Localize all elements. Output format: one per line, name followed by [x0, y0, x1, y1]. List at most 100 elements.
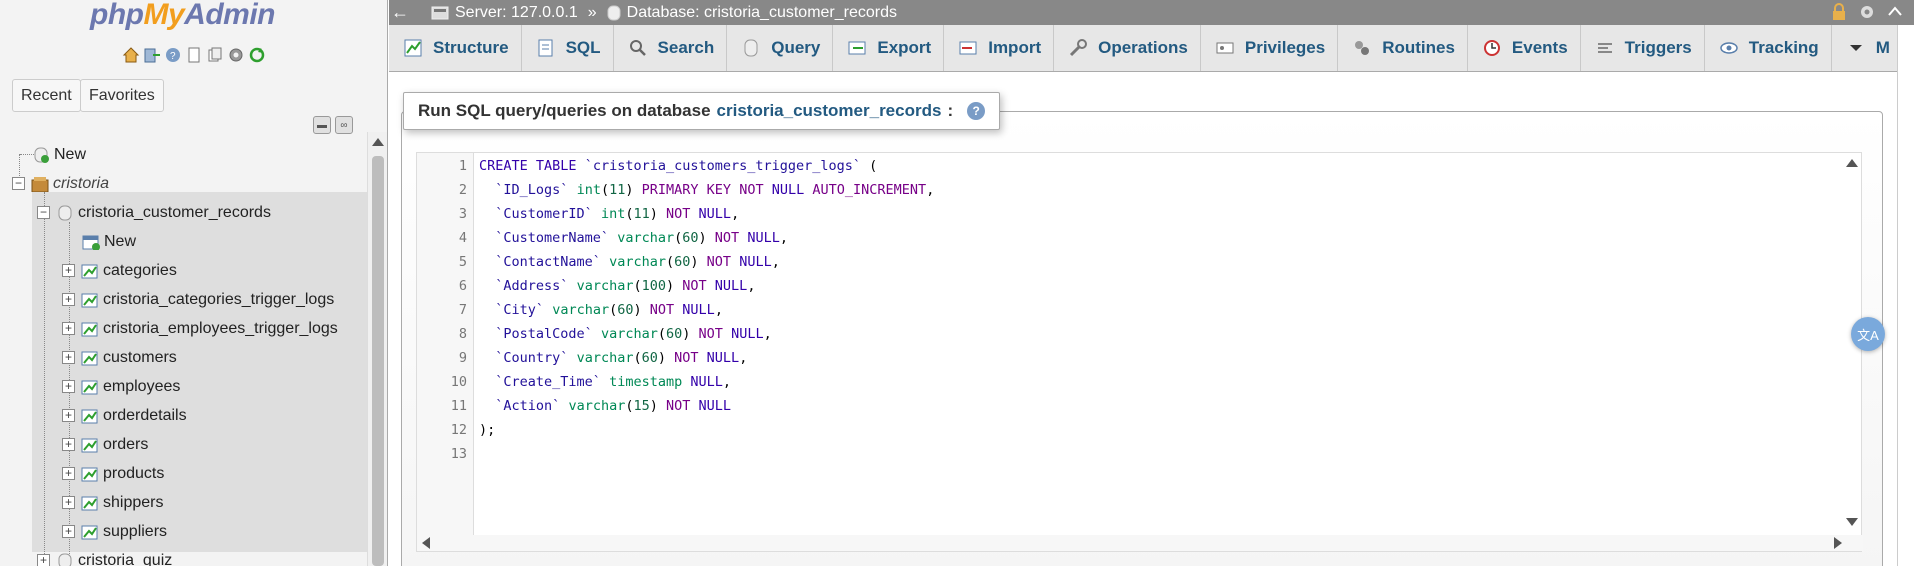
tree-item-new-table[interactable]: New — [82, 227, 136, 256]
tab-sql[interactable]: SQL — [522, 25, 614, 71]
line-number: 11 — [450, 398, 467, 414]
expand-toggle[interactable]: + — [62, 438, 75, 451]
tab-tracking[interactable]: Tracking — [1705, 25, 1832, 71]
tab-operations[interactable]: Operations — [1054, 25, 1201, 71]
tree-item-server-group[interactable]: − cristoria — [12, 169, 109, 198]
new-db-icon — [34, 147, 49, 163]
settings-icon[interactable] — [1858, 3, 1876, 21]
tree-item-table[interactable]: + categories — [62, 256, 177, 285]
tab-query[interactable]: Query — [727, 25, 834, 71]
table-icon — [81, 467, 98, 481]
tab-import[interactable]: Import — [944, 25, 1055, 71]
tab-search[interactable]: Search — [614, 25, 728, 71]
topbar-icons — [1830, 3, 1904, 21]
tab-privileges[interactable]: Privileges — [1201, 25, 1339, 71]
table-icon — [81, 322, 98, 336]
collapse-toggle[interactable]: − — [37, 206, 50, 219]
tab-events[interactable]: Events — [1468, 25, 1581, 71]
scroll-right-icon[interactable] — [1834, 537, 1842, 549]
expand-toggle[interactable]: + — [62, 496, 75, 509]
lock-icon[interactable] — [1830, 3, 1848, 21]
scroll-up-icon[interactable] — [372, 138, 384, 146]
code-line: `PostalCode` varchar(60) NOT NULL, — [495, 326, 772, 342]
tree-item-new[interactable]: New — [32, 140, 86, 169]
line-number: 2 — [458, 182, 467, 198]
legend-database-link[interactable]: cristoria_customer_records — [717, 101, 942, 121]
tab-export[interactable]: Export — [833, 25, 945, 71]
expand-toggle[interactable]: + — [62, 467, 75, 480]
code-line: `ContactName` varchar(60) NOT NULL, — [495, 254, 780, 270]
tree-item-table[interactable]: + cristoria_categories_trigger_logs — [62, 285, 334, 314]
table-icon — [81, 293, 98, 307]
code-line: `Address` varchar(100) NOT NULL, — [495, 278, 756, 294]
main-tabs: Structure SQL Search Query Export Import… — [389, 25, 1897, 72]
home-icon[interactable] — [122, 46, 140, 64]
tab-more[interactable]: M — [1832, 25, 1902, 71]
tree-item-table[interactable]: + employees — [62, 372, 180, 401]
settings-icon[interactable] — [227, 46, 245, 64]
sql-query-legend: Run SQL query/queries on database cristo… — [403, 92, 1001, 130]
breadcrumb-database[interactable]: Database: cristoria_customer_records — [607, 4, 897, 22]
favorites-button[interactable]: Favorites — [80, 79, 164, 112]
tree-item-database[interactable]: + cristoria_quiz — [37, 546, 172, 566]
back-arrow-icon[interactable]: ← — [389, 2, 411, 23]
export-icon — [848, 41, 866, 55]
tree-item-table[interactable]: + products — [62, 459, 164, 488]
collapse-icon[interactable] — [1886, 3, 1904, 21]
scroll-left-icon[interactable] — [422, 537, 430, 549]
expand-toggle[interactable]: + — [62, 409, 75, 422]
table-icon — [81, 496, 98, 510]
tab-triggers[interactable]: Triggers — [1581, 25, 1705, 71]
page-scrollbar[interactable] — [1897, 25, 1914, 566]
expand-toggle[interactable]: + — [62, 322, 75, 335]
collapse-all-icon[interactable]: ▬ — [313, 116, 331, 134]
expand-toggle[interactable]: + — [62, 264, 75, 277]
help-icon[interactable]: ? — [164, 46, 182, 64]
docs-icon[interactable] — [185, 46, 203, 64]
tree-item-table[interactable]: + suppliers — [62, 517, 167, 546]
logout-icon[interactable] — [143, 46, 161, 64]
scroll-up-icon[interactable] — [1846, 159, 1858, 167]
tree-item-table[interactable]: + orders — [62, 430, 148, 459]
main-content: Run SQL query/queries on database cristo… — [389, 73, 1897, 566]
tab-structure[interactable]: Structure — [389, 25, 522, 71]
help-icon[interactable]: ? — [967, 102, 986, 120]
line-number-gutter: 1 2 3 4 5 6 7 8 9 10 11 12 13 — [417, 153, 474, 538]
line-number: 3 — [458, 206, 467, 222]
expand-toggle[interactable]: + — [37, 554, 50, 566]
recent-button[interactable]: Recent — [12, 79, 81, 112]
code-line: ); — [479, 422, 496, 438]
copy-icon[interactable] — [206, 46, 224, 64]
scroll-thumb[interactable] — [372, 156, 384, 566]
link-with-main-icon[interactable]: ∞ — [335, 116, 353, 134]
tree-item-table[interactable]: + orderdetails — [62, 401, 187, 430]
editor-horizontal-scrollbar[interactable] — [417, 535, 1863, 551]
tab-routines[interactable]: Routines — [1338, 25, 1468, 71]
expand-toggle[interactable]: + — [62, 380, 75, 393]
privileges-icon — [1216, 42, 1234, 54]
tree-item-table[interactable]: + customers — [62, 343, 177, 372]
breadcrumb-bar: ← Server: 127.0.0.1 » Database: cristori… — [389, 0, 1914, 25]
query-icon — [744, 39, 758, 57]
collapse-toggle[interactable]: − — [12, 177, 25, 190]
scroll-down-icon[interactable] — [1846, 518, 1858, 526]
expand-toggle[interactable]: + — [62, 293, 75, 306]
expand-toggle[interactable]: + — [62, 525, 75, 538]
table-icon — [81, 264, 98, 278]
breadcrumb-server[interactable]: Server: 127.0.0.1 — [431, 4, 578, 22]
phpmyadmin-logo[interactable]: phpMyAdmin — [90, 0, 275, 32]
sql-editor[interactable]: 1 2 3 4 5 6 7 8 9 10 11 12 13 CREATE TAB… — [416, 152, 1863, 552]
database-icon — [58, 205, 72, 220]
expand-toggle[interactable]: + — [62, 351, 75, 364]
translate-icon[interactable]: 文A — [1851, 317, 1885, 351]
tree-item-table[interactable]: + cristoria_employees_trigger_logs — [62, 314, 338, 343]
reload-icon[interactable] — [248, 46, 266, 64]
triggers-icon — [1597, 43, 1612, 53]
tree-item-database[interactable]: − cristoria_customer_records — [37, 198, 271, 227]
line-number: 8 — [458, 326, 467, 342]
code-line: `ID_Logs` int(11) PRIMARY KEY NOT NULL A… — [495, 182, 935, 198]
tree-item-table[interactable]: + shippers — [62, 488, 163, 517]
breadcrumb-separator: » — [587, 3, 597, 21]
nav-scrollbar[interactable] — [367, 132, 387, 566]
table-icon — [81, 409, 98, 423]
